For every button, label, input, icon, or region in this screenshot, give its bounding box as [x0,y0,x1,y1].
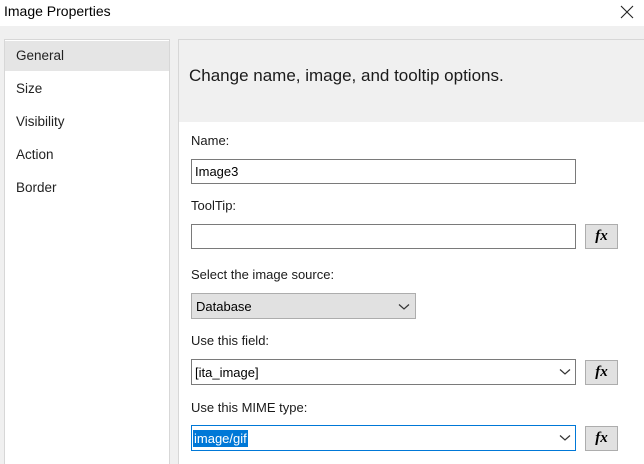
sidebar-item-visibility[interactable]: Visibility [5,107,169,137]
field-expression-button[interactable]: fx [585,360,618,385]
chevron-down-icon [559,369,571,375]
sidebar-item-label: Action [16,147,54,162]
image-source-select[interactable]: Database [191,293,416,319]
field-label: Use this field: [191,333,270,348]
sidebar-nav: General Size Visibility Action Border [4,39,170,464]
tooltip-expression-button[interactable]: fx [585,224,618,249]
field-combo[interactable]: [ita_image] [191,359,576,385]
field-value: [ita_image] [195,365,259,380]
sidebar-item-label: Size [16,81,43,96]
function-icon: fx [595,364,608,380]
close-icon [620,5,634,19]
chevron-down-icon [398,304,410,310]
name-label: Name: [191,133,230,148]
mime-expression-button[interactable]: fx [585,426,618,451]
name-field[interactable] [191,159,576,184]
sidebar-item-border[interactable]: Border [5,173,169,203]
sidebar-item-general[interactable]: General [5,41,169,71]
image-source-value: Database [196,299,252,314]
function-icon: fx [595,228,608,244]
general-page: Change name, image, and tooltip options.… [178,39,644,464]
tooltip-label: ToolTip: [191,198,237,213]
page-header: Change name, image, and tooltip options. [179,40,644,122]
page-description: Change name, image, and tooltip options. [189,66,504,85]
close-button[interactable] [616,3,638,21]
sidebar-item-action[interactable]: Action [5,140,169,170]
title-bar: Image Properties [0,0,644,26]
mime-type-label: Use this MIME type: [191,400,308,415]
sidebar-item-label: Border [16,180,57,195]
function-icon: fx [595,430,608,446]
sidebar-item-label: General [16,48,65,63]
mime-type-value: image/gif [193,430,248,447]
dialog-title: Image Properties [4,3,111,19]
mime-type-combo[interactable]: image/gif [191,425,576,451]
sidebar-item-size[interactable]: Size [5,74,169,104]
tooltip-field[interactable] [191,224,576,249]
image-source-label: Select the image source: [191,267,335,282]
sidebar-item-label: Visibility [16,114,65,129]
chevron-down-icon [559,435,571,441]
image-properties-dialog: Image Properties General Size Visibility… [0,0,644,464]
